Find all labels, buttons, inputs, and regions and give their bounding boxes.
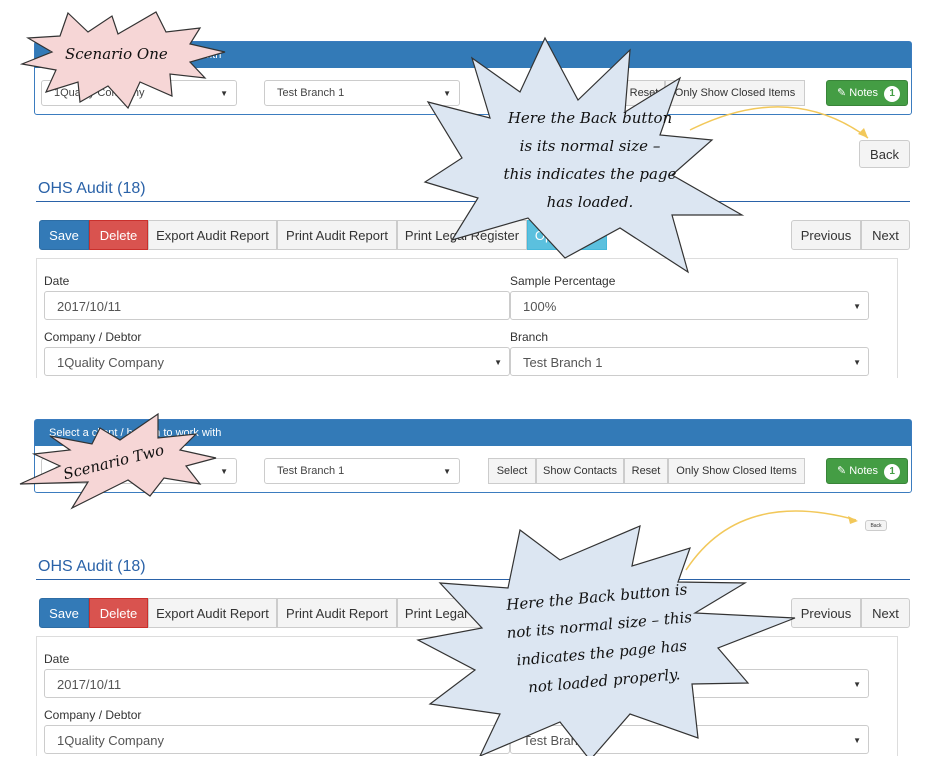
arrow-curve — [685, 510, 857, 571]
pencil-icon: ✎ — [837, 465, 847, 477]
open-audit-button[interactable]: Open Audit — [527, 220, 607, 250]
scenario-one-callout-text: Here the Back button is its normal size … — [503, 109, 677, 211]
caret-down-icon: ▼ — [220, 467, 228, 476]
notes-count-badge: 1 — [884, 86, 901, 102]
notes-count-badge: 1 — [884, 464, 901, 480]
title-divider — [36, 579, 910, 580]
previous-button[interactable]: Previous — [791, 220, 861, 250]
caret-down-icon: ▼ — [443, 467, 451, 476]
notes-button[interactable]: ✎ Notes 1 — [826, 80, 908, 106]
only-show-closed-button[interactable]: Only Show Closed Items — [668, 458, 805, 484]
caret-down-icon: ▼ — [494, 358, 502, 367]
audit-form: Date 2017/10/11 Sample Percentage 100% ▼… — [36, 258, 898, 378]
pencil-icon: ✎ — [837, 87, 847, 99]
caret-down-icon: ▼ — [853, 302, 861, 311]
company-debtor-select[interactable]: 1Quality Company ▼ — [44, 347, 510, 376]
export-audit-report-button[interactable]: Export Audit Report — [148, 220, 277, 250]
caret-down-icon: ▼ — [853, 680, 861, 689]
date-input[interactable]: 2017/10/11 — [44, 669, 510, 698]
caret-down-icon: ▼ — [853, 736, 861, 745]
previous-button[interactable]: Previous — [791, 598, 861, 628]
back-button[interactable]: Back — [865, 520, 887, 531]
reset-button[interactable]: Reset — [624, 458, 668, 484]
print-legal-register-button[interactable]: Print Legal Register — [397, 220, 527, 250]
company-debtor-label: Company / Debtor — [44, 330, 142, 344]
next-button[interactable]: Next — [861, 220, 910, 250]
only-show-closed-button[interactable]: Only Show Closed Items — [665, 80, 805, 106]
reset-button[interactable]: Reset — [623, 80, 665, 106]
show-contacts-button[interactable]: Show Contacts — [536, 458, 624, 484]
sample-percentage-label: Sample Percentage — [510, 274, 616, 288]
delete-button[interactable]: Delete — [89, 220, 148, 250]
print-audit-report-button[interactable]: Print Audit Report — [277, 598, 397, 628]
caret-down-icon: ▼ — [443, 89, 451, 98]
branch-select[interactable]: Test Branch 1 ▼ — [264, 458, 460, 484]
branch-form-select[interactable]: Test Branch 1 ▼ — [510, 347, 869, 376]
arrow-head — [848, 516, 858, 524]
branch-select[interactable]: Test Branch 1 ▼ — [264, 80, 460, 106]
export-audit-report-button[interactable]: Export Audit Report — [148, 598, 277, 628]
audit-form: Date 2017/10/11 100% ▼ Company / Debtor … — [36, 636, 898, 756]
delete-button[interactable]: Delete — [89, 598, 148, 628]
caret-down-icon: ▼ — [853, 358, 861, 367]
panel-heading: Select a client / branch to work with — [35, 420, 911, 446]
print-audit-report-button[interactable]: Print Audit Report — [277, 220, 397, 250]
branch-label: Branch — [510, 330, 549, 344]
company-debtor-select[interactable]: 1Quality Company ▼ — [44, 725, 510, 754]
scenario-one: Select a client / branch to work with 1Q… — [0, 0, 940, 378]
arrow-head — [858, 128, 868, 138]
caret-down-icon: ▼ — [220, 89, 228, 98]
date-label: Date — [44, 652, 70, 666]
save-button[interactable]: Save — [39, 598, 89, 628]
page-title: OHS Audit (18) — [38, 180, 146, 197]
company-debtor-label: Company / Debtor — [44, 708, 142, 722]
client-branch-panel: Select a client / branch to work with 1Q… — [34, 419, 912, 493]
notes-button[interactable]: ✎ Notes 1 — [826, 458, 908, 484]
date-input[interactable]: 2017/10/11 — [44, 291, 510, 320]
scenario-one-label: Scenario One — [65, 45, 168, 63]
back-button[interactable]: Back — [859, 140, 910, 168]
caret-down-icon: ▼ — [494, 736, 502, 745]
select-button[interactable]: Select — [488, 458, 536, 484]
sample-percentage-select[interactable]: 100% ▼ — [510, 291, 869, 320]
page-title: OHS Audit (18) — [38, 558, 146, 575]
company-select[interactable]: 1Quality Company ▼ — [41, 80, 237, 106]
save-button[interactable]: Save — [39, 220, 89, 250]
date-label: Date — [44, 274, 70, 288]
scenario-two-callout-text: Here the Back button is not its normal s… — [505, 580, 693, 697]
scenario-two: Select a client / branch to work with 1Q… — [0, 378, 940, 756]
next-button[interactable]: Next — [861, 598, 910, 628]
branch-form-select[interactable]: Test Branch 1 ▼ — [510, 725, 869, 754]
